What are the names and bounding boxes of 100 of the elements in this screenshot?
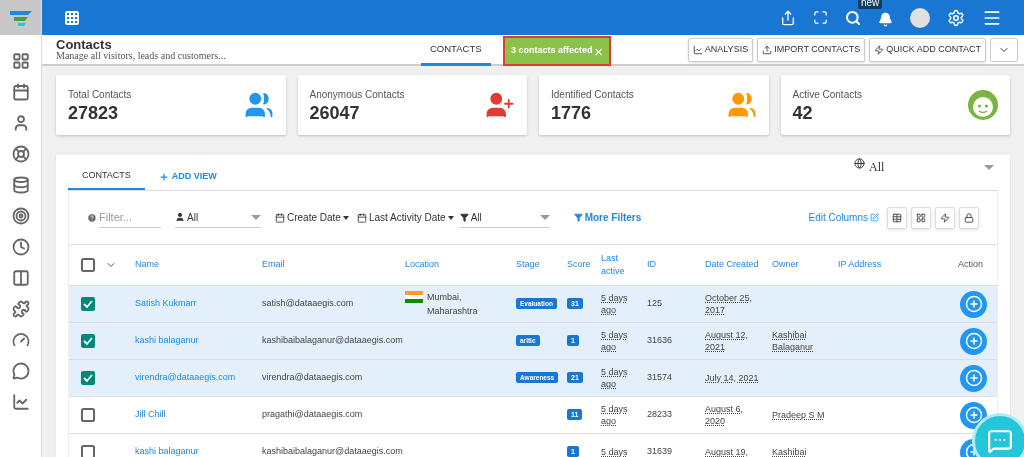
checkbox[interactable] [81,334,95,348]
lightning-icon [874,44,885,55]
owner-cell-text: Kashibai Balaganur [772,329,815,353]
grid-view-icon[interactable] [911,206,931,229]
owner-select[interactable]: All [175,207,261,228]
calendar-icon[interactable] [11,83,30,101]
checkbox[interactable] [81,445,95,457]
more-filters-link[interactable]: More Filters [573,210,642,225]
checkbox[interactable] [81,371,95,385]
stat-value: 26047 [309,101,361,124]
apps-grid-icon[interactable] [64,9,80,26]
column-header: Stage [516,258,541,272]
email-cell-text: pragathi@dataaegis.com [262,408,364,422]
id-cell-text: 31636 [647,334,674,348]
column-header: Action [957,258,984,272]
chat-icon [987,428,1013,454]
column-header: Score [567,258,592,272]
search-icon[interactable] [845,9,861,26]
gauge-icon[interactable] [11,331,30,349]
caret-icon [984,164,994,170]
add-action-button[interactable] [960,290,987,318]
column-header: Email [262,258,286,272]
email-cell-text: kashibaibalaganur@dataaegis.com [262,445,404,457]
edit-columns-link[interactable]: Edit Columns [808,210,879,225]
plus-icon [158,172,169,182]
column-header: IP Address [838,258,883,272]
owner-cell-text: Pradeep S M [772,409,826,421]
create-date-filter[interactable]: Create Date [275,210,349,225]
notifications-icon[interactable] [878,12,893,27]
last-active-cell-text: 5 days [601,446,629,457]
upload-icon [762,44,773,55]
settings-icon[interactable] [947,8,965,27]
stat-label: Total Contacts [68,87,132,102]
view-tab[interactable]: CONTACTS [68,164,145,190]
stat-value: 27823 [68,101,120,124]
help-icon [87,212,97,223]
add-action-button[interactable] [960,364,987,392]
email-cell-text: kashibaibalaganur@dataaegis.com [262,334,404,348]
database-icon[interactable] [11,176,30,194]
stat-label: Identified Contacts [551,87,634,102]
add-action-button[interactable] [960,401,987,429]
filter-field[interactable]: Filter... [99,207,161,228]
email-cell-text: satish@dataaegis.com [262,297,355,311]
filter-icon [459,212,469,222]
header-tab[interactable]: CONTACTS [421,35,491,66]
caret-icon [447,215,454,220]
support-icon[interactable] [11,145,30,163]
type-select[interactable]: All [459,207,550,228]
add-action-button[interactable] [960,327,987,355]
puzzle-icon[interactable] [11,300,30,318]
stat-label: Active Contacts [792,87,862,102]
calendar-icon [356,212,367,223]
fullscreen-icon[interactable] [813,10,828,25]
id-cell-text: 31639 [647,445,674,457]
chat-icon[interactable] [11,362,30,380]
last-active-cell-text: 5 days ago [601,403,629,427]
checkbox[interactable] [81,258,95,272]
toast-message: 3 contacts affected [511,44,593,58]
scope-select[interactable]: All [854,154,994,180]
globe-icon [854,157,865,169]
caret-icon [342,215,349,220]
stat-label: Anonymous Contacts [309,87,405,102]
column-header: Location [405,258,441,272]
checkbox[interactable] [81,408,95,422]
logo-icon [7,8,34,27]
view-tab[interactable]: ADD VIEW [144,164,231,190]
columns-icon[interactable] [11,269,30,287]
chart-icon [692,44,703,55]
new-badge: new [858,0,883,9]
checkbox[interactable] [81,297,95,311]
caret-icon [251,214,261,220]
avatar[interactable] [910,7,930,28]
chart-icon[interactable] [11,393,30,411]
caret-icon [539,214,550,220]
column-header: Owner [772,258,800,272]
column-header: ID [647,258,657,272]
column-header: Last active [601,252,626,278]
clock-icon[interactable] [11,238,30,256]
email-cell-text: virendra@dataaegis.com [262,371,364,385]
user-icon [175,212,185,222]
owner-cell-text: Kashibai [772,446,808,457]
last-active-cell-text: 5 days ago [601,366,629,390]
contact-name-link[interactable]: kashi balaganur [135,445,262,457]
target-icon[interactable] [11,207,30,225]
table-view-icon[interactable] [887,206,907,229]
stat-value: 42 [792,101,814,124]
header-button[interactable]: ANALYSIS [687,37,754,62]
last-activity-filter[interactable]: Last Activity Date [356,210,454,225]
india-flag-icon [405,291,423,303]
lightning-icon[interactable] [935,206,955,229]
column-header: Name [135,258,160,272]
chat-launcher-popup[interactable] [972,413,1024,457]
last-active-cell-text: 5 days ago [601,292,629,316]
header-button[interactable]: QUICK ADD CONTACT [869,37,986,62]
lock-icon[interactable] [959,206,979,229]
dashboard-icon[interactable] [11,52,30,70]
contact-name-link[interactable]: Jill Chill [135,408,262,422]
share-icon[interactable] [780,9,796,26]
page-title: Contacts [56,38,113,51]
header-button[interactable]: IMPORT CONTACTS [757,37,866,62]
